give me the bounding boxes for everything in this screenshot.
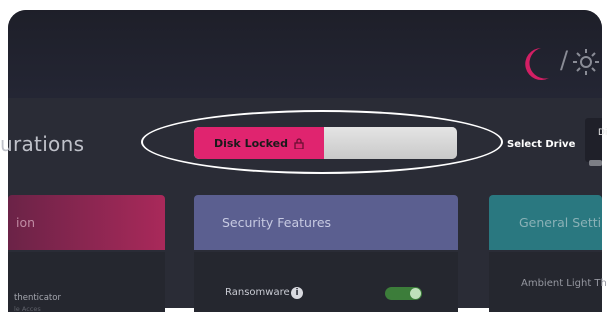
sun-icon[interactable]: [572, 48, 600, 76]
theme-separator: /: [560, 46, 569, 74]
authenticator-label: thenticator: [14, 293, 61, 303]
drive-value: Di: [598, 128, 608, 138]
drive-usage-bar: [589, 160, 602, 166]
ransomware-label: Ransomware: [225, 287, 290, 298]
moon-icon[interactable]: [521, 44, 551, 84]
ambient-light-label: Ambient Light Th: [521, 278, 607, 289]
info-icon[interactable]: i: [291, 287, 303, 299]
card-body-authentication: [8, 252, 165, 312]
select-drive-label: Select Drive: [507, 139, 576, 150]
card-header-general-settings: General Setti: [489, 195, 602, 250]
page-title: urations: [0, 132, 85, 156]
card-body-security-features: [194, 252, 458, 312]
switch-thumb: [410, 288, 421, 299]
card-title: ion: [16, 215, 36, 230]
disk-locked-segment[interactable]: Disk Locked: [194, 127, 324, 159]
card-header-security-features: Security Features: [194, 195, 458, 250]
ransomware-switch[interactable]: [385, 287, 422, 300]
card-title: General Setti: [519, 215, 602, 230]
drive-dropdown[interactable]: Di: [585, 118, 607, 162]
authenticator-sublabel: le Acces: [14, 305, 41, 313]
card-title: Security Features: [222, 215, 332, 230]
disk-locked-label: Disk Locked: [213, 136, 289, 150]
lock-icon: [294, 137, 304, 149]
disk-lock-toggle[interactable]: Disk Locked: [194, 127, 457, 159]
top-bar: /: [8, 10, 602, 98]
card-header-authentication: ion: [8, 195, 165, 250]
toggle-knob[interactable]: [324, 127, 457, 159]
